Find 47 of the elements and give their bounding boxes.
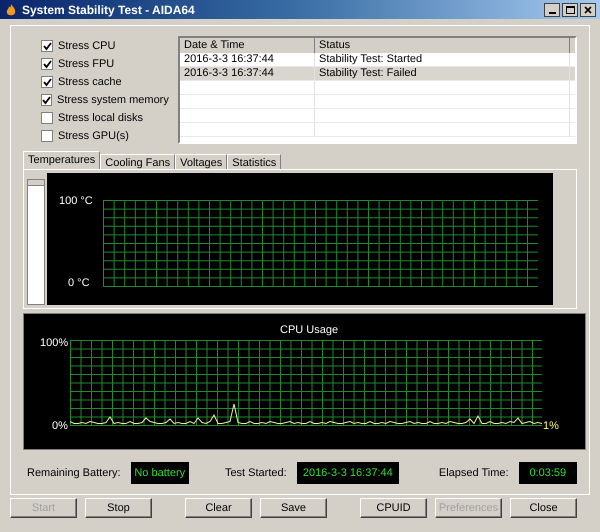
window-title: System Stability Test - AIDA64 xyxy=(22,2,195,18)
checkbox[interactable] xyxy=(41,58,53,70)
table-cell: 2016-3-3 16:37:44 xyxy=(180,67,315,80)
button[interactable]: CPUID xyxy=(360,498,427,518)
tab[interactable]: Cooling Fans xyxy=(100,154,176,169)
table-cell: Stability Test: Failed xyxy=(315,67,570,80)
checkbox-label: Stress cache xyxy=(58,74,122,90)
button[interactable]: Stop xyxy=(85,498,152,518)
checkbox-label: Stress FPU xyxy=(58,56,114,72)
button[interactable]: Save xyxy=(260,498,327,518)
flame-icon xyxy=(4,2,18,16)
axis-label: 100 °C xyxy=(59,194,93,209)
checkbox[interactable] xyxy=(41,76,53,88)
column-header[interactable]: Status xyxy=(315,38,570,53)
scroll-thumb[interactable] xyxy=(28,180,44,186)
graph-title: CPU Usage xyxy=(280,323,338,338)
checkbox[interactable] xyxy=(41,112,53,124)
status-label: Test Started: xyxy=(224,466,287,481)
table-cell: 2016-3-3 16:37:44 xyxy=(180,53,315,66)
axis-label: 0 °C xyxy=(68,276,90,291)
status-value: 0:03:59 xyxy=(518,462,577,484)
column-header[interactable]: Date & Time xyxy=(180,38,315,53)
checkbox[interactable] xyxy=(41,130,53,142)
tab[interactable]: Statistics xyxy=(227,154,282,169)
minimize-button[interactable] xyxy=(544,2,560,16)
checkbox[interactable] xyxy=(41,94,52,106)
button[interactable]: Close xyxy=(510,498,577,518)
status-label: Elapsed Time: xyxy=(438,466,509,481)
maximize-button[interactable] xyxy=(562,2,578,16)
status-value: No battery xyxy=(130,462,189,484)
axis-label: 0% xyxy=(52,419,68,434)
checkbox-label: Stress local disks xyxy=(58,110,143,126)
tab[interactable]: Temperatures xyxy=(23,151,100,169)
checkbox-label: Stress GPU(s) xyxy=(58,128,129,144)
close-button[interactable] xyxy=(580,2,596,16)
axis-label: 100% xyxy=(40,336,68,351)
table-cell: Stability Test: Started xyxy=(315,53,570,66)
checkbox-label: Stress CPU xyxy=(58,38,116,54)
button[interactable]: Clear xyxy=(185,498,252,518)
log-row[interactable]: 2016-3-3 16:37:44 Stability Test: Failed xyxy=(180,67,575,81)
current-value: 1% xyxy=(543,419,559,434)
status-value: 2016-3-3 16:37:44 xyxy=(296,462,399,484)
close-icon xyxy=(584,6,592,14)
status-label: Remaining Battery: xyxy=(27,466,121,481)
tab[interactable]: Voltages xyxy=(175,154,228,169)
checkbox[interactable] xyxy=(41,40,53,52)
checkbox-label: Stress system memory xyxy=(57,92,169,108)
